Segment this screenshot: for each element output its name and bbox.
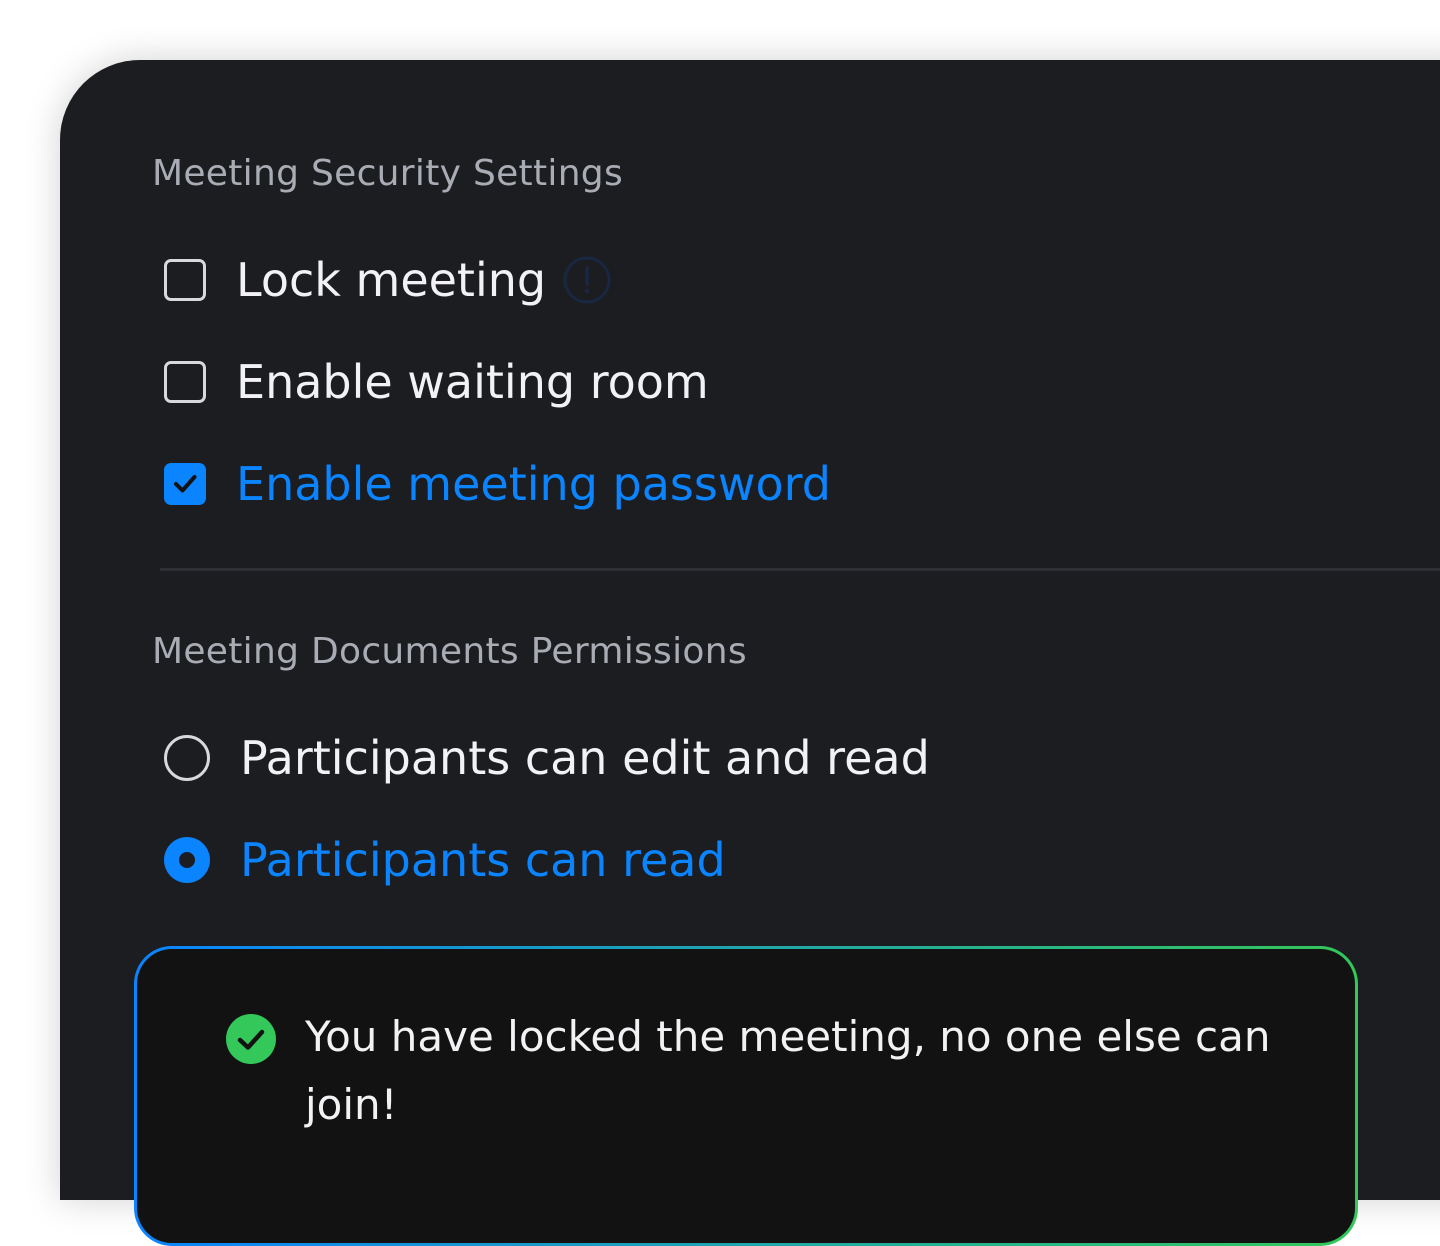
lock-meeting-option[interactable]: Lock meeting (164, 254, 612, 306)
waiting-room-option[interactable]: Enable waiting room (164, 356, 709, 408)
settings-panel: Meeting Security Settings Lock meeting E… (60, 60, 1440, 1246)
read-only-label: Participants can read (240, 833, 726, 887)
read-only-option[interactable]: Participants can read (164, 834, 726, 886)
section-divider (160, 568, 1440, 571)
waiting-room-checkbox[interactable] (164, 361, 206, 403)
meeting-password-checkbox[interactable] (164, 463, 206, 505)
edit-and-read-option[interactable]: Participants can edit and read (164, 732, 930, 784)
documents-section-title: Meeting Documents Permissions (152, 631, 747, 672)
info-icon[interactable] (562, 255, 612, 305)
checkmark-icon (174, 475, 197, 493)
security-section-title: Meeting Security Settings (152, 153, 624, 194)
check-circle-icon (226, 1014, 276, 1064)
edit-and-read-label: Participants can edit and read (240, 731, 930, 785)
lock-meeting-label: Lock meeting (236, 253, 547, 307)
lock-meeting-checkbox[interactable] (164, 259, 206, 301)
waiting-room-label: Enable waiting room (236, 355, 709, 409)
lock-notice-text: You have locked the meeting, no one else… (305, 1012, 1271, 1129)
read-only-radio[interactable] (164, 837, 210, 883)
lock-notice: You have locked the meeting, no one else… (134, 946, 1358, 1246)
edit-and-read-radio[interactable] (164, 735, 210, 781)
meeting-password-option[interactable]: Enable meeting password (164, 458, 831, 510)
meeting-password-label: Enable meeting password (236, 457, 831, 511)
lock-notice-body: You have locked the meeting, no one else… (137, 949, 1355, 1243)
